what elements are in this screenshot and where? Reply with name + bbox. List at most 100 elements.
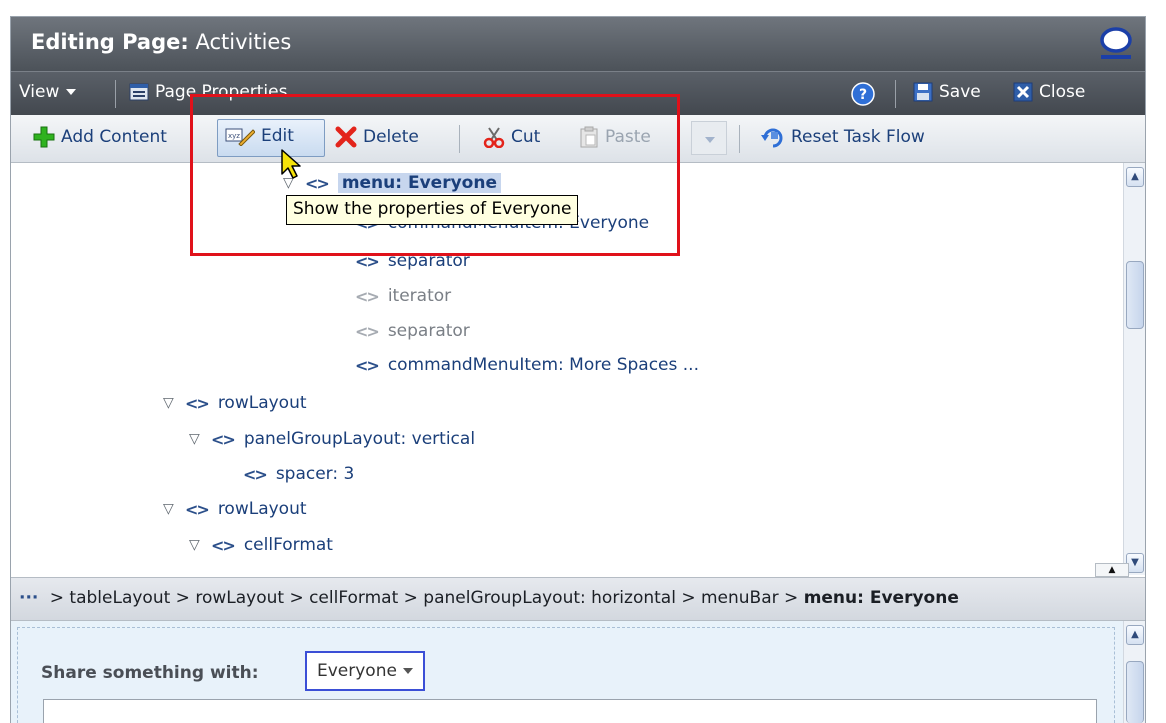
- component-tag-icon: <>: [243, 464, 268, 484]
- tree-node-label: rowLayout: [217, 393, 307, 413]
- chevron-down-icon: [402, 668, 413, 674]
- scroll-thumb[interactable]: [1126, 661, 1144, 723]
- share-with-value: Everyone: [317, 661, 397, 681]
- page-title: Editing Page: Activities: [31, 30, 291, 54]
- svg-text:?: ?: [859, 87, 867, 103]
- component-tag-icon: <>: [185, 393, 210, 413]
- tree-node-label: commandMenuItem: More Spaces ...: [387, 355, 699, 375]
- edit-label: Edit: [261, 126, 294, 146]
- chevron-down-icon: [705, 137, 715, 143]
- edit-button[interactable]: xyz Edit: [225, 126, 294, 146]
- component-tag-icon: <>: [355, 251, 380, 271]
- paste-button[interactable]: Paste: [579, 126, 651, 148]
- view-bar-divider-2: [895, 80, 896, 108]
- page-properties-label: Page Properties: [155, 82, 288, 102]
- tree-node-separator[interactable]: <> separator: [355, 251, 470, 271]
- page-properties-icon: [129, 83, 149, 101]
- collapse-panel-icon[interactable]: ▲: [1095, 563, 1129, 577]
- cut-label: Cut: [511, 127, 541, 147]
- delete-x-icon: [335, 126, 357, 148]
- add-content-label: Add Content: [61, 127, 167, 147]
- breadcrumb-current: menu: Everyone: [803, 588, 959, 608]
- tree-node-label: menu: Everyone: [337, 173, 501, 193]
- tree-node-label: iterator: [387, 286, 452, 306]
- add-content-button[interactable]: Add Content: [33, 126, 167, 148]
- add-plus-icon: [33, 126, 55, 148]
- tree-node-iterator[interactable]: <> iterator: [355, 286, 451, 306]
- breadcrumb-more[interactable]: ···: [19, 588, 38, 608]
- paste-clipboard-icon: [580, 126, 598, 148]
- reset-task-flow-button[interactable]: Reset Task Flow: [761, 126, 925, 148]
- scroll-up-icon[interactable]: ▲: [1126, 167, 1144, 187]
- page-title-name: Activities: [195, 30, 292, 54]
- component-tag-disabled-icon: <>: [355, 286, 380, 306]
- toolbar: Add Content xyz Edit Delete Cut Paste Re…: [11, 115, 1145, 163]
- scroll-thumb[interactable]: [1126, 261, 1144, 329]
- reset-arrow-icon: [761, 128, 783, 148]
- delete-button[interactable]: Delete: [335, 126, 419, 148]
- expand-triangle-icon[interactable]: ▽: [189, 537, 207, 553]
- page-composer-window: Editing Page: Activities View Page Prope…: [0, 0, 1148, 723]
- tree-node-label: separator: [387, 321, 470, 341]
- breadcrumb-path[interactable]: > tableLayout > rowLayout > cellFormat >…: [44, 588, 803, 608]
- reset-task-flow-label: Reset Task Flow: [791, 127, 925, 147]
- chevron-down-icon: [66, 89, 77, 95]
- breadcrumb: ··· > tableLayout > rowLayout > cellForm…: [11, 577, 1145, 621]
- view-bar-divider: [115, 80, 116, 108]
- svg-text:xyz: xyz: [228, 132, 240, 140]
- oracle-logo-icon: [1100, 27, 1132, 59]
- expand-triangle-icon[interactable]: ▽: [189, 431, 207, 447]
- tree-node-label: spacer: 3: [275, 464, 355, 484]
- save-disk-icon: [913, 82, 933, 102]
- edit-pencil-icon: xyz: [225, 128, 255, 146]
- component-tag-disabled-icon: <>: [355, 321, 380, 341]
- view-menu[interactable]: View: [19, 82, 77, 102]
- component-tag-icon: <>: [211, 535, 236, 555]
- expand-triangle-icon[interactable]: ▽: [163, 395, 181, 411]
- share-with-select[interactable]: Everyone: [305, 651, 425, 691]
- help-icon[interactable]: ?: [851, 82, 875, 106]
- tree-node-cellformat[interactable]: ▽ <> cellFormat: [189, 535, 333, 555]
- tree-node-menu-everyone[interactable]: ▽ <> menu: Everyone: [283, 173, 501, 193]
- share-textarea[interactable]: [43, 699, 1097, 723]
- page-preview: Share something with: Everyone ▲: [11, 621, 1145, 723]
- save-label: Save: [939, 82, 981, 102]
- component-tag-icon: <>: [185, 499, 210, 519]
- component-tag-icon: <>: [211, 429, 236, 449]
- paste-dropdown[interactable]: [691, 121, 727, 155]
- component-tag-icon: <>: [355, 355, 380, 375]
- page-title-label: Editing Page:: [31, 30, 189, 54]
- tree-node-separator-2[interactable]: <> separator: [355, 321, 470, 341]
- save-button[interactable]: Save: [913, 82, 981, 102]
- tree-node-label: separator: [387, 251, 470, 271]
- toolbar-divider-2: [739, 125, 740, 153]
- share-label: Share something with:: [41, 663, 259, 683]
- expand-triangle-icon[interactable]: ▽: [163, 501, 181, 517]
- close-label: Close: [1039, 82, 1086, 102]
- close-button[interactable]: Close: [1013, 82, 1085, 102]
- tree-node-label: panelGroupLayout: vertical: [243, 429, 476, 449]
- toolbar-divider: [459, 125, 460, 153]
- tree-node-commandmenuitem-more-spaces[interactable]: <> commandMenuItem: More Spaces ...: [355, 355, 699, 375]
- cut-button[interactable]: Cut: [483, 126, 540, 148]
- tree-node-spacer[interactable]: <> spacer: 3: [243, 464, 354, 484]
- tree-node-label: cellFormat: [243, 535, 333, 555]
- tree-node-label: rowLayout: [217, 499, 307, 519]
- page-properties-button[interactable]: Page Properties: [129, 82, 287, 102]
- tree-scrollbar[interactable]: ▲ ▼: [1123, 163, 1145, 575]
- delete-label: Delete: [363, 127, 419, 147]
- view-bar: View Page Properties ? Save Close: [11, 71, 1145, 115]
- component-tag-icon: <>: [305, 173, 330, 193]
- edit-tooltip: Show the properties of Everyone: [286, 195, 579, 225]
- mouse-pointer-icon: [281, 149, 301, 179]
- view-menu-label: View: [19, 82, 60, 102]
- tree-node-rowlayout-2[interactable]: ▽ <> rowLayout: [163, 499, 307, 519]
- scroll-up-icon[interactable]: ▲: [1126, 625, 1144, 645]
- preview-scrollbar[interactable]: ▲: [1123, 621, 1145, 723]
- title-bar: Editing Page: Activities: [11, 17, 1145, 71]
- paste-label: Paste: [605, 127, 651, 147]
- tree-node-rowlayout[interactable]: ▽ <> rowLayout: [163, 393, 307, 413]
- scissors-icon: [483, 127, 505, 148]
- tree-node-panelgrouplayout-vertical[interactable]: ▽ <> panelGroupLayout: vertical: [189, 429, 475, 449]
- close-icon: [1013, 82, 1033, 102]
